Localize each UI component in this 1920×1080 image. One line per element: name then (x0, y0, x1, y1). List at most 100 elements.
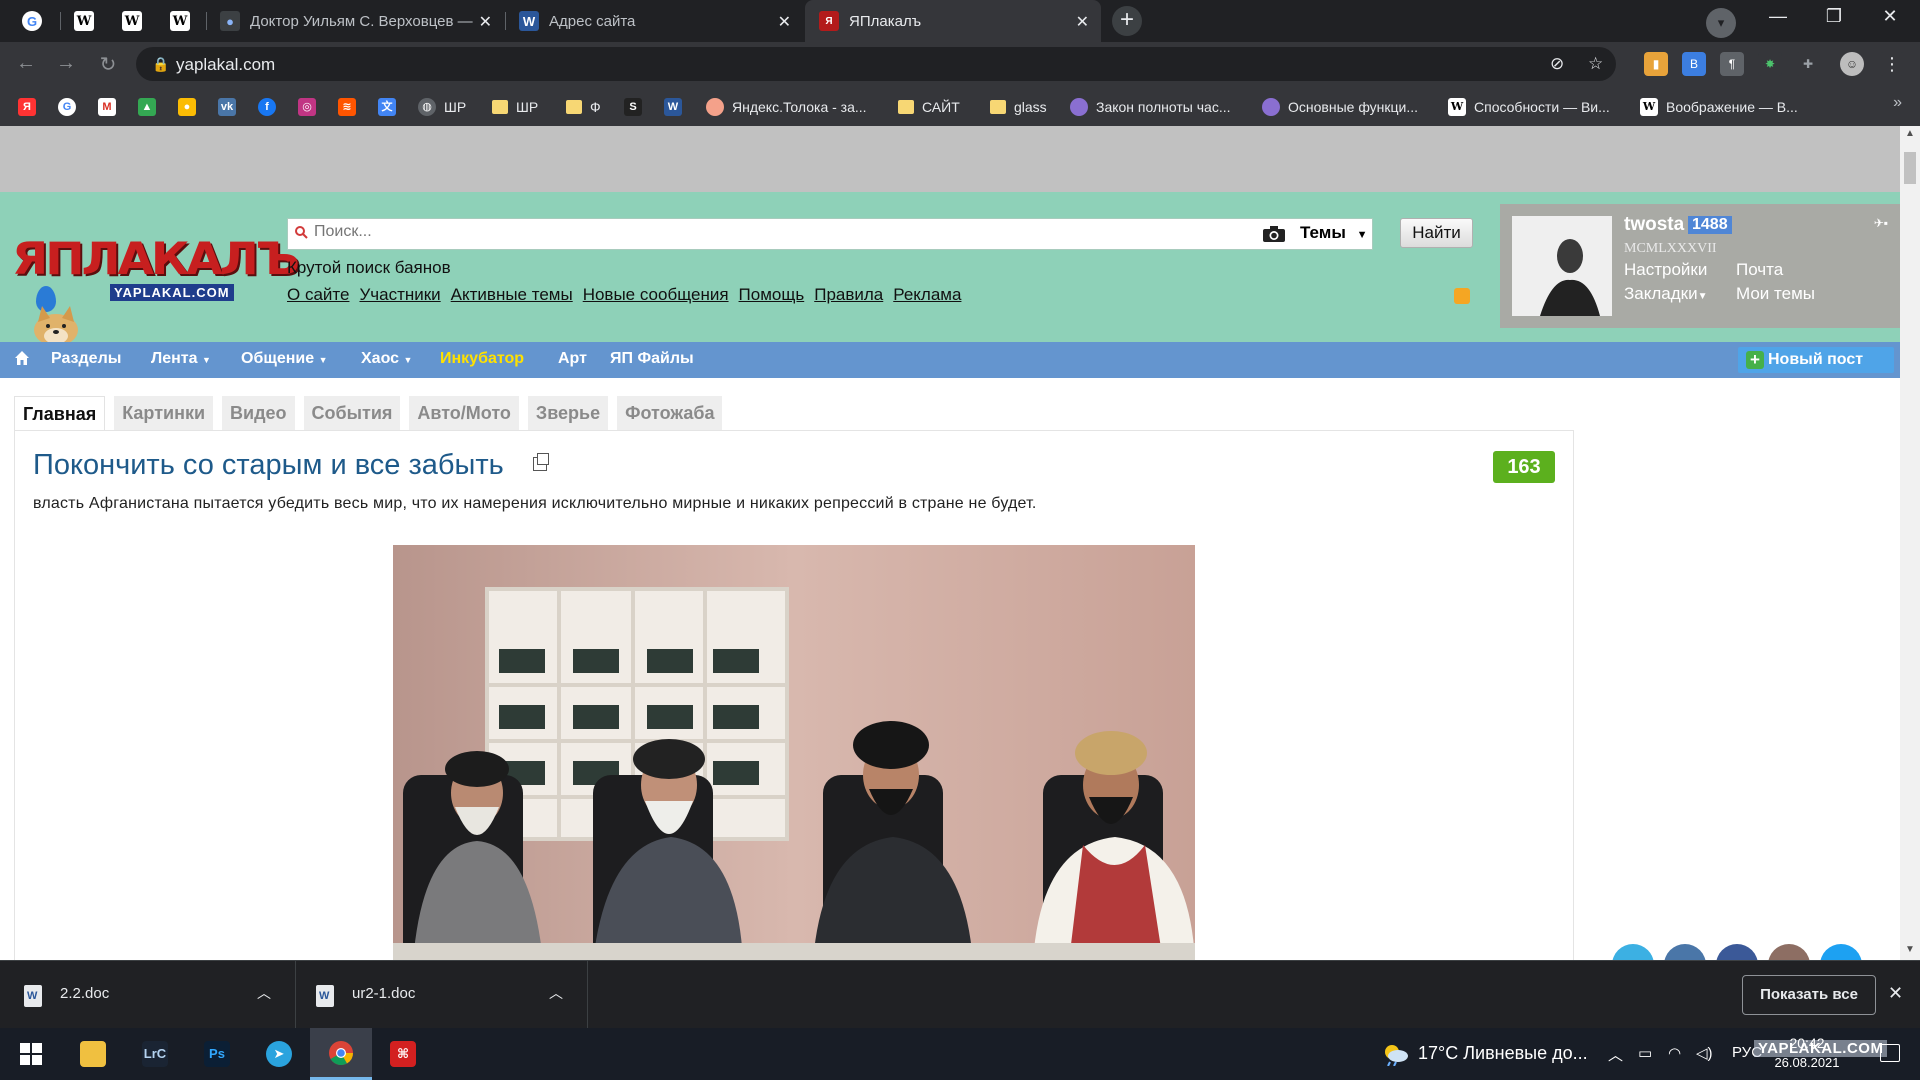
link-my-topics[interactable]: Мои темы (1736, 284, 1815, 304)
chevron-up-icon[interactable]: ︿ (1608, 1044, 1623, 1065)
profile-avatar-icon[interactable]: ☺ (1840, 52, 1864, 76)
username[interactable]: twosta (1624, 214, 1684, 236)
post-title[interactable]: Покончить со старым и все забыть (33, 449, 504, 482)
nav-incubator[interactable]: Инкубатор (440, 350, 524, 368)
page-scrollbar[interactable]: ▲ ▼ (1900, 126, 1920, 960)
bookmark-glass[interactable]: glass (990, 96, 1047, 118)
notification-icon[interactable] (1880, 1044, 1900, 1062)
taskbar-lightroom[interactable]: LrC (124, 1028, 186, 1080)
nav-chaos[interactable]: Хаос ▼ (361, 350, 412, 368)
chevron-up-icon[interactable]: ︿ (549, 983, 563, 1003)
bookmark-word[interactable]: W (664, 96, 690, 118)
back-icon[interactable]: ← (14, 52, 38, 75)
themes-dropdown[interactable]: Темы ▼ (1300, 223, 1368, 243)
avatar[interactable] (1512, 216, 1612, 316)
search-input[interactable] (314, 223, 1014, 241)
address-bar[interactable]: 🔒 yaplakal.com ⊘ ☆ (136, 47, 1616, 81)
start-button[interactable] (0, 1028, 62, 1080)
tab-events[interactable]: События (303, 396, 401, 430)
link-members[interactable]: Участники (359, 285, 440, 305)
share-telegram-icon[interactable] (1612, 944, 1654, 960)
link-about[interactable]: О сайте (287, 285, 349, 305)
bookmark-abilities[interactable]: W Способности — Ви... (1448, 96, 1610, 118)
link-ads[interactable]: Реклама (893, 285, 961, 305)
menu-kebab-icon[interactable]: ⋮ (1880, 52, 1904, 76)
tab-pictures[interactable]: Картинки (114, 396, 214, 430)
link-mail[interactable]: Почта (1736, 260, 1783, 280)
bookmarks-dropdown[interactable]: Закладки▼ (1624, 284, 1707, 304)
link-settings[interactable]: Настройки (1624, 260, 1707, 280)
tab-animals[interactable]: Зверье (527, 396, 609, 430)
share-twitter-icon[interactable] (1820, 944, 1862, 960)
share-facebook-icon[interactable] (1716, 944, 1758, 960)
bookmark-site[interactable]: САЙТ (898, 96, 960, 118)
bookmark-facebook[interactable]: f (258, 96, 284, 118)
bookmark-translate[interactable]: 文 (378, 96, 404, 118)
tab-auto-moto[interactable]: Авто/Мото (409, 396, 519, 430)
new-post-button[interactable]: + Новый пост (1738, 347, 1894, 373)
taskbar-telegram[interactable]: ➤ (248, 1028, 310, 1080)
nav-sections[interactable]: Разделы (51, 350, 121, 368)
share-vk-icon[interactable] (1664, 944, 1706, 960)
bookmark-f[interactable]: Ф (566, 96, 601, 118)
clock[interactable]: 20:42 26.08.2021 (1772, 1033, 1842, 1073)
link-rules[interactable]: Правила (814, 285, 883, 305)
lock-icon[interactable]: 🔒 (152, 56, 169, 73)
extension-icon[interactable]: ▮ (1644, 52, 1668, 76)
post-photo[interactable] (393, 545, 1195, 961)
tab-yaplakal[interactable]: Я ЯПлакалъ ✕ (805, 0, 1101, 42)
scroll-up-icon[interactable]: ▲ (1905, 128, 1915, 139)
tab-google[interactable]: G (8, 0, 56, 42)
bookmark-completeness-law[interactable]: Закон полноты час... (1070, 96, 1230, 118)
close-icon[interactable]: ✕ (479, 12, 492, 32)
minimize-icon[interactable]: — (1758, 6, 1798, 27)
rss-icon[interactable] (1454, 288, 1470, 304)
extension-icon[interactable]: ✸ (1758, 52, 1782, 76)
tab-wikipedia-3[interactable]: W (156, 0, 204, 42)
star-icon[interactable]: ☆ (1588, 54, 1603, 74)
bookmark-maps[interactable]: ● (178, 96, 204, 118)
bookmark-instagram[interactable]: ◎ (298, 96, 324, 118)
bookmark-soundcloud[interactable]: ≋ (338, 96, 364, 118)
comment-count-badge[interactable]: 163 (1493, 451, 1555, 483)
bookmarks-overflow-button[interactable]: » (1893, 94, 1902, 112)
close-icon[interactable]: ✕ (1888, 983, 1903, 1004)
scroll-down-icon[interactable]: ▼ (1905, 944, 1915, 955)
taskbar-photoshop[interactable]: Ps (186, 1028, 248, 1080)
wifi-icon[interactable]: ◠ (1668, 1044, 1681, 1062)
link-new-messages[interactable]: Новые сообщения (583, 285, 729, 305)
bookmark-sta[interactable]: S (624, 96, 650, 118)
link-help[interactable]: Помощь (739, 285, 805, 305)
tab-wikipedia-1[interactable]: W (60, 0, 108, 42)
taskbar-chrome[interactable] (310, 1028, 372, 1080)
tab-verkhovtsev[interactable]: ● Доктор Уильям С. Верховцев — ✕ (206, 0, 504, 42)
search-button[interactable]: Найти (1400, 218, 1473, 248)
bookmark-google[interactable]: G (58, 96, 84, 118)
camera-icon[interactable] (1262, 225, 1286, 243)
nav-files[interactable]: ЯП Файлы (610, 350, 694, 368)
volume-icon[interactable]: ◁) (1696, 1044, 1713, 1062)
logout-icon[interactable]: ✈▪ (1874, 216, 1888, 230)
show-all-downloads-button[interactable]: Показать все (1742, 975, 1876, 1015)
download-item[interactable]: ur2-1.doc ︿ (296, 961, 588, 1029)
eye-off-icon[interactable]: ⊘ (1550, 54, 1564, 74)
tab-main[interactable]: Главная (14, 396, 106, 430)
download-item[interactable]: 2.2.doc ︿ (0, 961, 296, 1029)
nav-feed[interactable]: Лента ▼ (151, 350, 211, 368)
close-icon[interactable]: ✕ (1076, 12, 1089, 32)
open-new-window-icon[interactable] (533, 453, 549, 471)
scrollbar-thumb[interactable] (1904, 152, 1916, 184)
new-tab-button[interactable]: + (1112, 6, 1142, 36)
weather-text[interactable]: 17°C Ливневые до... (1418, 1043, 1588, 1064)
nav-art[interactable]: Арт (558, 350, 587, 368)
tab-wikipedia-2[interactable]: W (108, 0, 156, 42)
tab-site-address[interactable]: W Адрес сайта ✕ (505, 0, 803, 42)
bookmark-yandex[interactable]: Я (18, 96, 44, 118)
tab-video[interactable]: Видео (222, 396, 295, 430)
bookmark-vk[interactable]: vk (218, 96, 244, 118)
bookmark-imagination[interactable]: W Воображение — В... (1640, 96, 1798, 118)
forward-icon[interactable]: → (54, 52, 78, 75)
extension-icon[interactable]: B (1682, 52, 1706, 76)
battery-icon[interactable]: ▭ (1638, 1044, 1652, 1062)
bookmark-gmail[interactable]: M (98, 96, 124, 118)
